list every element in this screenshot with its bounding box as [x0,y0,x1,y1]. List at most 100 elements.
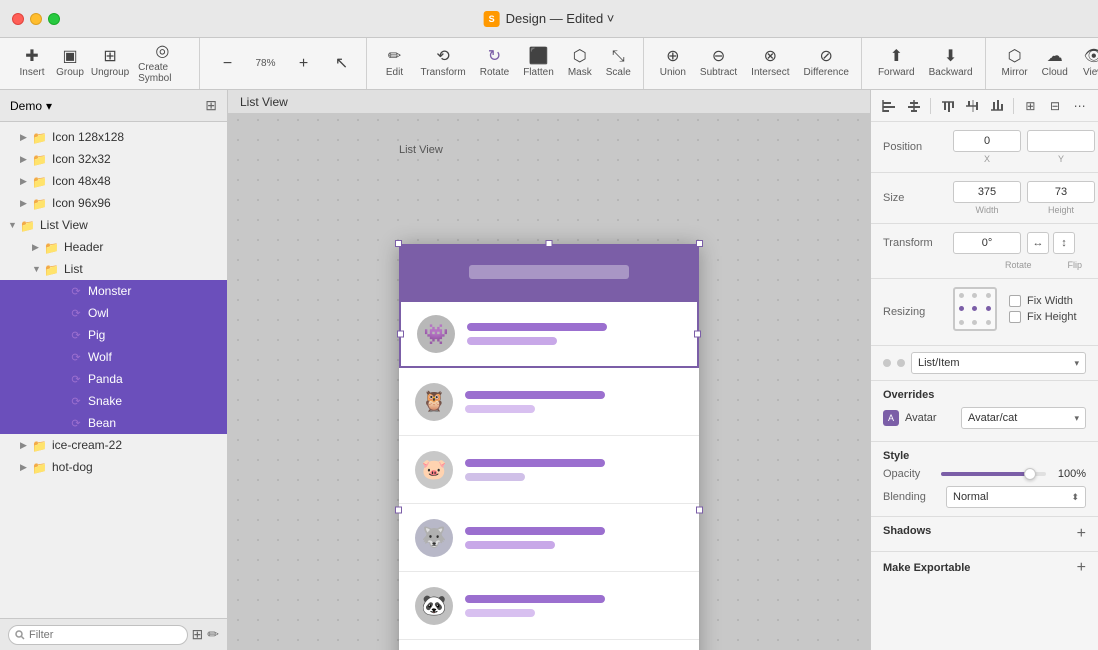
sidebar-item-listview[interactable]: 📁 List View [0,214,227,236]
sidebar-item-icon32[interactable]: 📁 Icon 32x32 [0,148,227,170]
fix-width-option[interactable]: Fix Width [1009,295,1077,307]
flip-vertical-button[interactable]: ↕ [1053,232,1075,254]
distribute-h-button[interactable]: ⊞ [1020,95,1041,117]
sidebar-item-panda[interactable]: ⟳ Panda [0,368,227,390]
sidebar-item-icon96[interactable]: 📁 Icon 96x96 [0,192,227,214]
resize-handle-tl[interactable] [395,240,402,247]
resize-handle-tc[interactable] [546,240,553,247]
list-row[interactable]: 🐼 [399,572,699,640]
add-export-button[interactable]: + [1077,560,1086,576]
project-selector[interactable]: Demo ▾ [10,99,52,113]
sidebar-add-page-button[interactable]: ⊞ [192,626,204,643]
resize-handle-right[interactable] [694,331,701,338]
mirror-button[interactable]: ⬡ Mirror [996,45,1034,82]
sidebar-item-icon48[interactable]: 📁 Icon 48x48 [0,170,227,192]
collapse-arrow-icon [32,264,44,274]
view-button[interactable]: 👁 View [1076,45,1098,82]
list-row[interactable]: 🦉 [399,368,699,436]
resize-handle-tr[interactable] [696,240,703,247]
fix-width-checkbox[interactable] [1009,295,1021,307]
sidebar-item-icecream[interactable]: 📁 ice-cream-22 [0,434,227,456]
list-row[interactable]: 🐺 [399,504,699,572]
zoom-out-button[interactable]: − [210,52,246,76]
edit-button[interactable]: ✏ Edit [377,45,413,82]
traffic-lights [12,13,60,25]
sidebar-add-button[interactable]: ⊞ [205,97,217,114]
add-shadow-button[interactable]: + [1077,526,1086,542]
mask-button[interactable]: ⬡ Mask [562,45,598,82]
subtract-button[interactable]: ⊖ Subtract [694,45,743,82]
tool-group-zoom: − 78% + ↖ [204,38,367,89]
x-input[interactable]: 0 [953,130,1021,152]
cloud-button[interactable]: ☁ Cloud [1036,45,1074,82]
transform-button[interactable]: ⟲ Transform [415,45,472,82]
sidebar-item-pig[interactable]: ⟳ Pig [0,324,227,346]
sidebar-item-wolf[interactable]: ⟳ Wolf [0,346,227,368]
avatar-selector[interactable]: Avatar/cat ▾ [961,407,1086,429]
cursor-button[interactable]: ↖ [324,52,360,76]
scale-button[interactable]: ⤡ Scale [600,45,637,82]
symbol-selector[interactable]: List/Item ▾ [911,352,1086,374]
tool-group-insert: ✚ Insert ▣ Group ⊞ Ungroup ◎ Create Symb… [8,38,200,89]
opacity-slider[interactable] [941,472,1046,476]
sidebar-item-hotdog[interactable]: 📁 hot-dog [0,456,227,478]
align-center-h-button[interactable] [904,95,925,117]
width-input[interactable]: 375 [953,181,1021,203]
sidebar-item-bear[interactable]: ⟳ Bean [0,412,227,434]
list-row[interactable]: 🐷 [399,436,699,504]
flatten-button[interactable]: ⬛ Flatten [517,45,560,82]
more-align-button[interactable]: ⋯ [1069,95,1090,117]
align-middle-v-button[interactable] [962,95,983,117]
sidebar-item-header[interactable]: 📁 Header [0,236,227,258]
search-input[interactable] [8,625,188,645]
sidebar-item-owl[interactable]: ⟳ Owl [0,302,227,324]
close-button[interactable] [12,13,24,25]
fix-height-checkbox[interactable] [1009,311,1021,323]
rotate-input[interactable]: 0° [953,232,1021,254]
opacity-thumb[interactable] [1024,468,1036,480]
create-symbol-button[interactable]: ◎ Create Symbol [132,40,192,88]
collapse-arrow-icon [20,132,32,143]
resize-handle-mr[interactable] [696,507,703,514]
resize-handle-ml[interactable] [395,507,402,514]
list-row[interactable]: 👤 [399,640,699,650]
list-row[interactable]: 👾 [399,300,699,368]
sidebar-item-label: Pig [88,328,105,342]
forward-button[interactable]: ⬆ Forward [872,45,921,82]
align-left-button[interactable] [879,95,900,117]
row-content [467,323,681,345]
align-bottom-button[interactable] [987,95,1008,117]
fullscreen-button[interactable] [48,13,60,25]
resize-handle-left[interactable] [397,331,404,338]
zoom-button[interactable]: 78% [248,54,284,73]
flip-horizontal-button[interactable]: ↔ [1027,232,1049,254]
fix-height-option[interactable]: Fix Height [1009,311,1077,323]
height-input[interactable]: 73 [1027,181,1095,203]
sidebar-item-monster[interactable]: ⟳ Monster [0,280,227,302]
sidebar-item-snake[interactable]: ⟳ Snake [0,390,227,412]
folder-icon: 📁 [44,241,60,253]
insert-button[interactable]: ✚ Insert [14,45,50,82]
blending-selector[interactable]: Normal ⬍ [946,486,1086,508]
sidebar-item-list[interactable]: 📁 List [0,258,227,280]
y-input[interactable] [1027,130,1095,152]
ungroup-button[interactable]: ⊞ Ungroup [90,45,130,82]
rotate-button[interactable]: ↻ Rotate [474,45,515,82]
chevron-down-icon: ▾ [46,99,52,113]
size-section: Size 375 Width 73 Height [871,173,1098,224]
group-button[interactable]: ▣ Group [52,45,88,82]
sidebar-edit-button[interactable]: ✏ [207,626,219,643]
intersect-button[interactable]: ⊗ Intersect [745,45,795,82]
sidebar-item-icon128[interactable]: 📁 Icon 128x128 [0,126,227,148]
align-top-button[interactable] [937,95,958,117]
artboard[interactable]: 👾 🦉 [399,244,699,650]
resize-box[interactable] [953,287,997,331]
resize-dot [955,316,968,329]
minimize-button[interactable] [30,13,42,25]
union-button[interactable]: ⊕ Union [654,45,692,82]
zoom-in-button[interactable]: + [286,52,322,76]
backward-button[interactable]: ⬇ Backward [923,45,979,82]
difference-button[interactable]: ⊘ Difference [798,45,855,82]
distribute-v-button[interactable]: ⊟ [1045,95,1066,117]
folder-icon: 📁 [32,439,48,451]
